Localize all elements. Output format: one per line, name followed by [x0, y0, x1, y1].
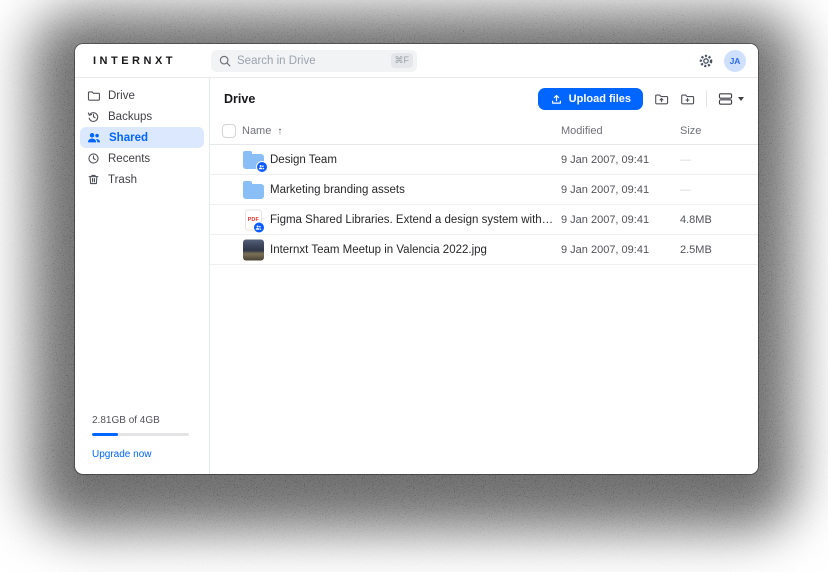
app-window: INTERNXT Search in Drive ⌘F JA [75, 44, 758, 474]
folder-icon [243, 184, 264, 199]
table-row[interactable]: PDF Figma Shared Libraries. Extend a des… [210, 205, 758, 235]
main-header: Drive Upload files [210, 78, 758, 118]
stage: INTERNXT Search in Drive ⌘F JA [0, 0, 828, 572]
table-header: Name ↑ Modified Size [210, 118, 758, 145]
upload-icon [550, 93, 563, 106]
shared-badge-icon [256, 161, 268, 173]
table-row[interactable]: Marketing branding assets 9 Jan 2007, 09… [210, 175, 758, 205]
sidebar-item-label: Backups [108, 111, 152, 123]
sidebar-item-label: Drive [108, 90, 135, 102]
shared-folder-icon [243, 154, 264, 169]
backup-restore-icon [87, 110, 100, 123]
toolbar-divider [706, 91, 707, 107]
sidebar-item-shared[interactable]: Shared [80, 127, 204, 148]
file-size: 4.8MB [680, 214, 712, 226]
pdf-file-icon: PDF [245, 209, 262, 230]
file-modified: 9 Jan 2007, 09:41 [561, 184, 649, 196]
file-modified: 9 Jan 2007, 09:41 [561, 154, 649, 166]
sidebar-item-label: Recents [108, 153, 150, 165]
toolbar: Upload files [538, 88, 744, 110]
search-icon [219, 55, 231, 67]
search-placeholder: Search in Drive [237, 55, 385, 67]
folder-icon [87, 89, 100, 102]
sidebar-item-drive[interactable]: Drive [80, 85, 204, 106]
table-row[interactable]: Internxt Team Meetup in Valencia 2022.jp… [210, 235, 758, 265]
main-content: Drive Upload files [210, 78, 758, 474]
file-name: Figma Shared Libraries. Extend a design … [270, 214, 556, 226]
sidebar-item-label: Shared [109, 132, 148, 144]
storage-section: 2.81GB of 4GB Upgrade now [79, 415, 205, 460]
users-icon [87, 131, 101, 144]
storage-progress-fill [92, 433, 118, 436]
storage-progressbar [92, 433, 189, 436]
upload-folder-icon [654, 92, 669, 106]
sort-asc-icon: ↑ [277, 126, 282, 137]
breadcrumb: Drive [224, 92, 255, 106]
table-row[interactable]: Design Team 9 Jan 2007, 09:41 — [210, 145, 758, 175]
file-modified: 9 Jan 2007, 09:41 [561, 244, 649, 256]
sidebar-item-recents[interactable]: Recents [80, 148, 204, 169]
file-name: Design Team [270, 154, 556, 166]
file-name: Marketing branding assets [270, 184, 556, 196]
list-view-icon [718, 92, 733, 106]
shared-badge-icon [253, 221, 265, 233]
sidebar: Drive Backups Shared [75, 78, 210, 474]
file-name: Internxt Team Meetup in Valencia 2022.jp… [270, 244, 556, 256]
trash-icon [87, 173, 100, 186]
image-thumbnail [243, 239, 264, 260]
storage-usage-label: 2.81GB of 4GB [92, 415, 189, 426]
sidebar-item-label: Trash [108, 174, 137, 186]
file-size: — [680, 184, 691, 196]
column-header-name[interactable]: Name ↑ [242, 125, 282, 137]
user-avatar[interactable]: JA [724, 50, 746, 72]
brand-logo: INTERNXT [75, 55, 210, 67]
search-input[interactable]: Search in Drive ⌘F [211, 50, 417, 72]
view-toggle-button[interactable] [718, 92, 744, 106]
search-shortcut-badge: ⌘F [391, 53, 414, 68]
column-header-modified[interactable]: Modified [561, 125, 603, 137]
chevron-down-icon [738, 97, 744, 101]
column-header-size[interactable]: Size [680, 125, 701, 137]
topbar-right: JA [698, 50, 758, 72]
upload-files-label: Upload files [569, 93, 631, 105]
create-folder-icon [680, 92, 695, 106]
clock-icon [87, 152, 100, 165]
window-body: Drive Backups Shared [75, 78, 758, 474]
upload-files-button[interactable]: Upload files [538, 88, 643, 110]
top-bar: INTERNXT Search in Drive ⌘F JA [75, 44, 758, 78]
create-folder-button[interactable] [680, 92, 695, 106]
upload-folder-button[interactable] [654, 92, 669, 106]
select-all-checkbox[interactable] [222, 124, 236, 138]
sidebar-item-trash[interactable]: Trash [80, 169, 204, 190]
file-size: 2.5MB [680, 244, 712, 256]
settings-button[interactable] [698, 53, 714, 69]
upgrade-now-link[interactable]: Upgrade now [92, 449, 189, 460]
sidebar-item-backups[interactable]: Backups [80, 106, 204, 127]
file-modified: 9 Jan 2007, 09:41 [561, 214, 649, 226]
file-size: — [680, 154, 691, 166]
gear-icon [698, 53, 714, 69]
